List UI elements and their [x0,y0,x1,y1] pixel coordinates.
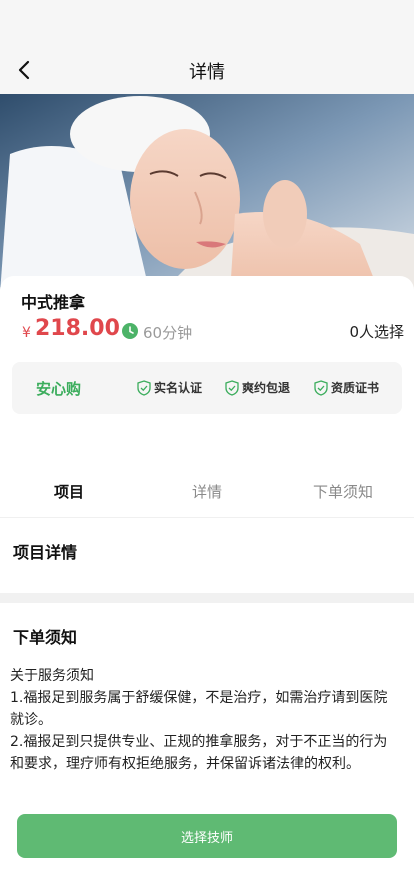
bottom-action-bar: 选择技师 [0,808,414,896]
notice-line: 2.福报足到只提供专业、正规的推拿服务，对于不正当的行为 和要求，理疗师有权拒绝… [10,734,388,772]
guarantee-label: 爽约包退 [242,381,291,395]
clock-icon [122,323,138,339]
assurance-title: 安心购 [36,380,82,398]
project-details-title: 项目详情 [13,543,78,562]
tab-details[interactable]: 详情 [192,481,222,502]
shield-check-icon [225,379,239,396]
notice-line: 就诊。 [10,712,52,728]
section-divider [0,593,414,603]
notice-line: 1.福报足到服务属于舒缓保健，不是治疗，如需治疗请到医院 [10,690,388,706]
top-nav-bar: 详情 [0,0,414,94]
service-hero-image [0,94,414,294]
guarantee-label: 资质证书 [331,381,380,395]
shield-check-icon [314,379,328,396]
guarantee-label: 实名认证 [154,381,203,395]
tab-order-notice[interactable]: 下单须知 [313,481,373,502]
service-info-card: 中式推拿 ¥ 218.00 60分钟 0人选择 安心购 实名认证 爽约包退 资质… [0,276,414,466]
notice-line: 关于服务须知 [10,668,94,684]
service-duration: 60分钟 [143,324,193,342]
selected-count: 0人选择 [349,323,404,341]
order-notice-title: 下单须知 [13,628,78,647]
guarantee-refund: 爽约包退 [225,379,290,396]
guarantee-certificate: 资质证书 [314,379,379,396]
assurance-panel: 安心购 实名认证 爽约包退 资质证书 [12,362,402,414]
page-title: 详情 [189,62,225,83]
guarantee-real-name: 实名认证 [137,379,202,396]
service-name: 中式推拿 [21,293,86,312]
shield-check-icon [137,379,151,396]
select-therapist-button[interactable]: 选择技师 [17,814,397,858]
price-row: ¥ 218.00 60分钟 0人选择 [22,316,404,346]
detail-tabs: 项目 详情 下单须知 [0,466,414,518]
service-price: 218.00 [35,316,120,341]
order-notice-content: 关于服务须知 1.福报足到服务属于舒缓保健，不是治疗，如需治疗请到医院 就诊。 … [10,665,402,810]
tab-project[interactable]: 项目 [54,481,84,502]
currency-symbol: ¥ [22,325,31,341]
